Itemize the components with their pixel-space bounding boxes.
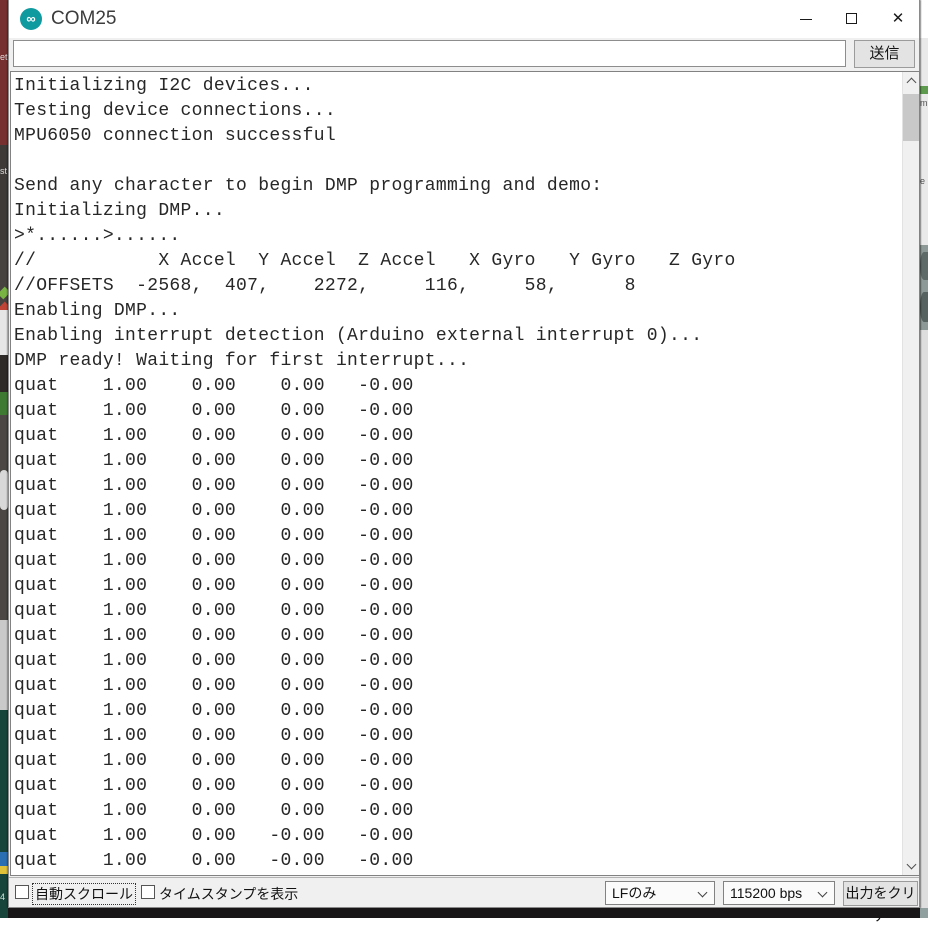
background-segment [0, 470, 8, 510]
chevron-down-icon [907, 860, 917, 870]
console-line: quat 1.00 0.00 0.00 -0.00 [14, 524, 736, 549]
console-line: quat 1.00 0.00 0.00 -0.00 [14, 424, 736, 449]
taskbar-strip [8, 908, 920, 918]
autoscroll-checkbox[interactable] [15, 885, 29, 899]
console-line: quat 1.00 0.00 -0.00 -0.00 [14, 824, 736, 849]
background-segment [0, 415, 8, 620]
console-line: MPU6050 connection successful [14, 124, 736, 149]
serial-monitor-window: ∞ COM25 ✕ 送信 Initializing I2C devices...… [8, 0, 920, 908]
console-line: quat 1.00 0.00 0.00 -0.00 [14, 649, 736, 674]
console-line: //OFFSETS -2568, 407, 2272, 116, 58, 8 [14, 274, 736, 299]
minimize-button[interactable] [783, 0, 829, 38]
background-segment [920, 292, 928, 322]
background-segment [0, 0, 8, 145]
baud-rate-select[interactable]: 115200 bps [723, 881, 835, 905]
background-text-fragment: m [920, 98, 928, 108]
console-line: quat 1.00 0.00 0.00 -0.00 [14, 674, 736, 699]
background-segment [920, 908, 928, 918]
console-line: quat 1.00 0.00 0.00 -0.00 [14, 749, 736, 774]
chevron-down-icon [698, 888, 708, 898]
close-icon: ✕ [892, 10, 905, 27]
timestamp-label: タイムスタンプを表示 [159, 884, 298, 904]
maximize-button[interactable] [829, 0, 875, 38]
console-line: // X Accel Y Accel Z Accel X Gyro Y Gyro… [14, 249, 736, 274]
window-title: COM25 [51, 8, 116, 30]
console-line: Initializing DMP... [14, 199, 736, 224]
console-line [14, 149, 736, 174]
background-segment [0, 145, 8, 240]
background-window-left-sliver: et st a 4 [0, 0, 8, 918]
timestamp-checkbox[interactable] [141, 885, 155, 899]
console-line: quat 1.00 0.00 0.00 -0.00 [14, 399, 736, 424]
console-line: Enabling DMP... [14, 299, 736, 324]
line-ending-value: LFのみ [612, 885, 656, 901]
chevron-down-icon [818, 888, 828, 898]
vertical-scrollbar[interactable] [902, 72, 919, 875]
console-output: Initializing I2C devices...Testing devic… [14, 74, 736, 874]
console-line: quat 1.00 0.00 0.00 -0.00 [14, 799, 736, 824]
background-segment [920, 0, 928, 38]
background-window-right-sliver: m e [920, 0, 928, 918]
autoscroll-label: 自動スクロール [33, 884, 135, 904]
background-icon [920, 86, 928, 94]
background-text-fragment: st [0, 166, 7, 176]
background-icon [0, 852, 8, 866]
console-line: quat 1.00 0.00 0.00 -0.00 [14, 624, 736, 649]
arduino-app-icon: ∞ [20, 8, 42, 30]
console-line: quat 1.00 0.00 0.00 -0.00 [14, 599, 736, 624]
maximize-icon [846, 13, 857, 24]
titlebar[interactable]: ∞ COM25 ✕ [9, 0, 919, 38]
chevron-up-icon [907, 78, 917, 88]
scroll-down-button[interactable] [903, 858, 920, 875]
console-line: Testing device connections... [14, 99, 736, 124]
close-button[interactable]: ✕ [875, 0, 921, 38]
background-segment [0, 710, 8, 918]
background-segment [0, 620, 8, 710]
scrollbar-thumb[interactable] [903, 94, 920, 141]
scroll-up-button[interactable] [903, 72, 920, 89]
console-line: DMP ready! Waiting for first interrupt..… [14, 349, 736, 374]
background-segment [920, 330, 928, 908]
console-line: Initializing I2C devices... [14, 74, 736, 99]
console-line: quat 1.00 0.00 0.00 -0.00 [14, 574, 736, 599]
console-line: quat 1.00 0.00 0.00 -0.00 [14, 474, 736, 499]
console-line: quat 1.00 0.00 0.00 -0.00 [14, 374, 736, 399]
statusbar: 自動スクロール タイムスタンプを表示 LFのみ 115200 bps 出力をクリ… [9, 877, 919, 907]
console-line: Enabling interrupt detection (Arduino ex… [14, 324, 736, 349]
clear-output-button[interactable]: 出力をクリア [843, 881, 918, 906]
minimize-icon [800, 19, 812, 20]
serial-console[interactable]: Initializing I2C devices...Testing devic… [10, 71, 920, 876]
console-line: >*......>...... [14, 224, 736, 249]
background-text-fragment: et [0, 52, 8, 62]
background-text-fragment: e [920, 176, 925, 186]
console-line: quat 1.00 0.00 0.00 -0.00 [14, 724, 736, 749]
background-icon [0, 866, 8, 874]
console-line: quat 1.00 0.00 0.00 -0.00 [14, 699, 736, 724]
baud-rate-value: 115200 bps [730, 885, 802, 901]
console-line: quat 1.00 0.00 0.00 -0.00 [14, 549, 736, 574]
console-line: quat 1.00 0.00 0.00 -0.00 [14, 449, 736, 474]
serial-send-input[interactable] [13, 40, 846, 67]
background-segment [920, 252, 928, 280]
console-line: Send any character to begin DMP programm… [14, 174, 736, 199]
background-segment [0, 310, 8, 355]
console-line: quat 1.00 0.00 0.00 -0.00 [14, 774, 736, 799]
background-text-fragment: 4 [0, 892, 5, 902]
send-button[interactable]: 送信 [854, 40, 915, 68]
console-line: quat 1.00 0.00 -0.00 -0.00 [14, 849, 736, 874]
console-line: quat 1.00 0.00 0.00 -0.00 [14, 499, 736, 524]
line-ending-select[interactable]: LFのみ [605, 881, 715, 905]
